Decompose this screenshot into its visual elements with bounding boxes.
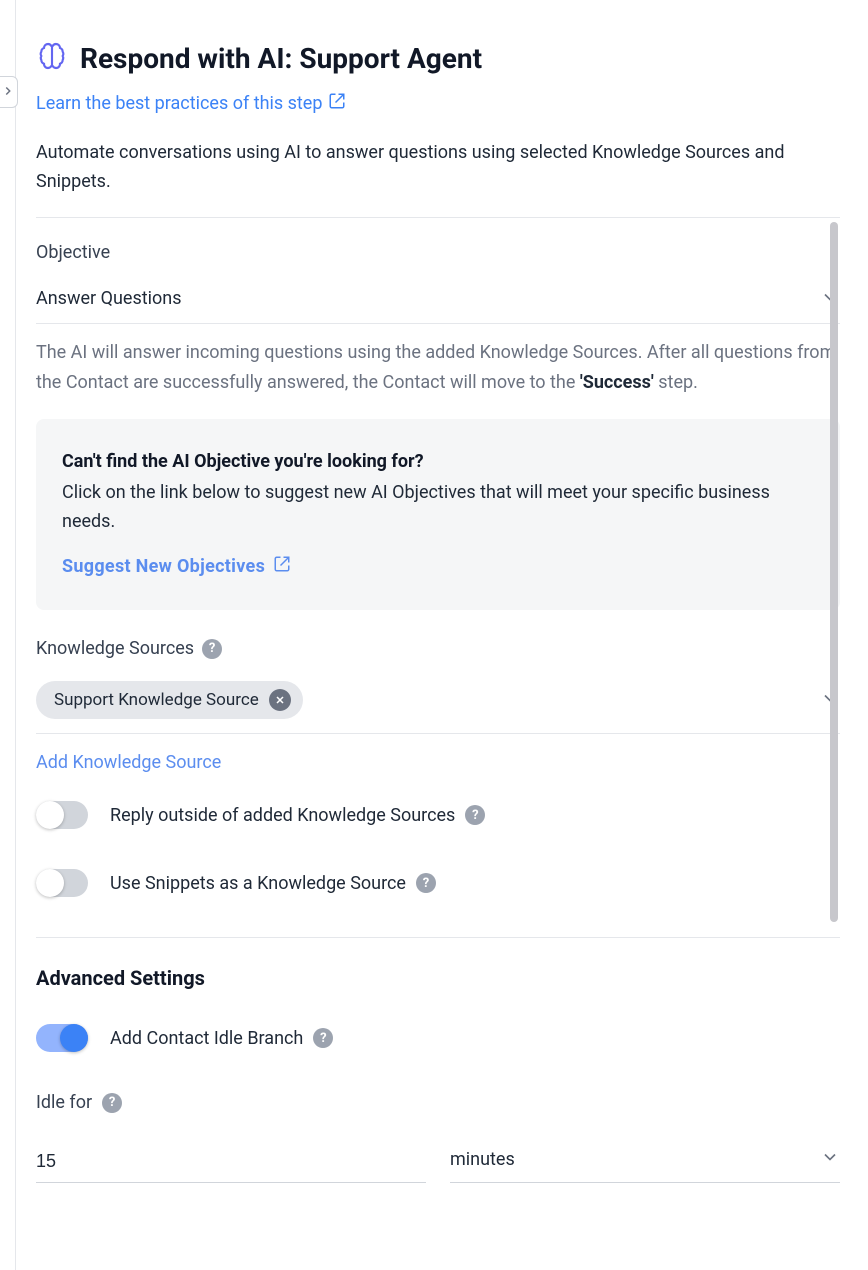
knowledge-source-chip: Support Knowledge Source xyxy=(36,681,303,719)
helper-strong: 'Success' xyxy=(580,372,654,393)
idle-branch-label: Add Contact Idle Branch ? xyxy=(110,1028,333,1049)
help-icon[interactable]: ? xyxy=(313,1028,333,1048)
header-row: Respond with AI: Support Agent xyxy=(36,40,840,76)
suggest-box-text: Click on the link below to suggest new A… xyxy=(62,478,814,537)
suggest-new-objectives-link[interactable]: Suggest New Objectives xyxy=(62,555,291,578)
objective-select[interactable]: Answer Questions xyxy=(36,275,840,324)
idle-unit-select[interactable]: minutes xyxy=(450,1137,840,1183)
toggle-label-text: Add Contact Idle Branch xyxy=(110,1028,303,1049)
idle-for-label: Idle for xyxy=(36,1092,92,1113)
page-title: Respond with AI: Support Agent xyxy=(80,42,482,75)
idle-branch-toggle-row: Add Contact Idle Branch ? xyxy=(36,1024,840,1052)
chip-remove-button[interactable] xyxy=(269,689,291,711)
brain-icon xyxy=(36,40,68,76)
learn-link-text: Learn the best practices of this step xyxy=(36,93,322,114)
helper-prefix: The AI will answer incoming questions us… xyxy=(36,342,835,394)
helper-suffix: step. xyxy=(654,372,698,393)
idle-duration-input[interactable] xyxy=(36,1141,426,1183)
add-knowledge-source-link[interactable]: Add Knowledge Source xyxy=(36,752,221,773)
chevron-right-icon xyxy=(1,83,15,102)
objective-label: Objective xyxy=(36,242,840,263)
use-snippets-toggle[interactable] xyxy=(36,869,88,897)
knowledge-label-text: Knowledge Sources xyxy=(36,638,194,659)
objective-section: Objective Answer Questions The AI will a… xyxy=(36,218,840,1184)
toggle-knob xyxy=(60,1024,88,1052)
suggest-link-label: Suggest New Objectives xyxy=(62,556,265,577)
knowledge-sources-label: Knowledge Sources ? xyxy=(36,638,840,659)
toggle-label-text: Reply outside of added Knowledge Sources xyxy=(110,805,455,826)
idle-branch-toggle[interactable] xyxy=(36,1024,88,1052)
suggest-box-title: Can't find the AI Objective you're looki… xyxy=(62,451,814,472)
divider xyxy=(36,937,840,938)
idle-unit-value: minutes xyxy=(450,1149,515,1170)
reply-outside-toggle[interactable] xyxy=(36,801,88,829)
help-icon[interactable]: ? xyxy=(416,873,436,893)
left-edge-strip xyxy=(0,0,16,1270)
toggle-label-text: Use Snippets as a Knowledge Source xyxy=(110,873,406,894)
help-icon[interactable]: ? xyxy=(102,1093,122,1113)
use-snippets-toggle-row: Use Snippets as a Knowledge Source ? xyxy=(36,869,840,897)
reply-outside-toggle-row: Reply outside of added Knowledge Sources… xyxy=(36,801,840,829)
chevron-down-icon xyxy=(820,1147,840,1172)
advanced-settings-title: Advanced Settings xyxy=(36,966,840,990)
help-icon[interactable]: ? xyxy=(202,639,222,659)
external-link-icon xyxy=(273,555,291,578)
objective-helper-text: The AI will answer incoming questions us… xyxy=(36,338,840,399)
idle-for-label-row: Idle for ? xyxy=(36,1092,840,1113)
suggest-objectives-box: Can't find the AI Objective you're looki… xyxy=(36,419,840,610)
config-panel: Respond with AI: Support Agent Learn the… xyxy=(16,0,868,1270)
reply-outside-label: Reply outside of added Knowledge Sources… xyxy=(110,805,485,826)
chip-label: Support Knowledge Source xyxy=(54,690,259,710)
knowledge-sources-field[interactable]: Support Knowledge Source xyxy=(36,671,840,734)
toggle-knob xyxy=(36,801,64,829)
external-link-icon xyxy=(328,92,346,115)
use-snippets-label: Use Snippets as a Knowledge Source ? xyxy=(110,873,436,894)
expand-panel-button[interactable] xyxy=(0,76,18,108)
scrollbar-thumb[interactable] xyxy=(830,222,838,922)
toggle-knob xyxy=(36,869,64,897)
objective-value: Answer Questions xyxy=(36,288,182,309)
help-icon[interactable]: ? xyxy=(465,805,485,825)
learn-best-practices-link[interactable]: Learn the best practices of this step xyxy=(36,92,346,115)
idle-input-row: minutes xyxy=(36,1137,840,1183)
panel-description: Automate conversations using AI to answe… xyxy=(36,139,840,197)
